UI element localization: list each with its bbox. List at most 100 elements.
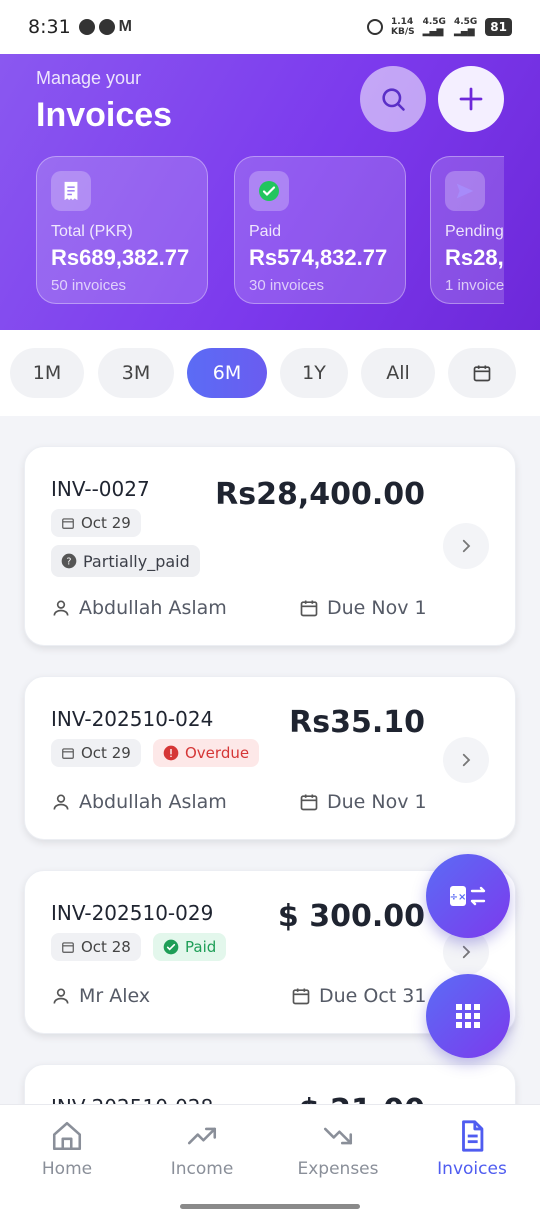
status-text: Partially_paid bbox=[83, 551, 190, 571]
currency-converter-button[interactable]: ÷× bbox=[426, 854, 510, 938]
alert-circle-icon bbox=[163, 745, 179, 761]
calendar-icon bbox=[62, 942, 74, 953]
status-badge: Paid bbox=[153, 933, 227, 961]
settings-icon bbox=[78, 19, 95, 35]
trending-up-icon bbox=[187, 1127, 217, 1145]
stat-card-pending[interactable]: Pending Rs28, 1 invoice bbox=[430, 156, 504, 304]
search-button[interactable] bbox=[360, 66, 426, 132]
trending-down-icon bbox=[323, 1127, 353, 1145]
calendar-icon bbox=[300, 794, 318, 811]
status-badge: Overdue bbox=[153, 739, 260, 767]
open-invoice-button[interactable] bbox=[443, 737, 489, 783]
open-invoice-button[interactable] bbox=[443, 523, 489, 569]
header-subtitle: Manage your bbox=[36, 68, 142, 88]
filter-all[interactable]: All bbox=[361, 348, 435, 398]
signal-2-label: 4.5G bbox=[453, 17, 478, 27]
nav-home[interactable]: Home bbox=[7, 1119, 127, 1179]
chevron-right-icon bbox=[462, 945, 471, 959]
due-date: Due Nov 1 bbox=[327, 791, 427, 813]
nav-invoices-label: Invoices bbox=[437, 1159, 507, 1179]
status-time: 8:31 bbox=[28, 16, 71, 38]
nav-expenses-label: Expenses bbox=[297, 1159, 379, 1179]
status-text: Overdue bbox=[185, 744, 250, 762]
calendar-icon bbox=[62, 518, 74, 529]
nav-income[interactable]: Income bbox=[142, 1119, 262, 1179]
system-icons: 1.14 KB/S 4.5G ▂▄▆ 4.5G ▂▄▆ 81 bbox=[367, 17, 512, 37]
invoice-date: Oct 29 bbox=[51, 739, 141, 767]
invoice-id: INV-202510-029 bbox=[51, 901, 214, 925]
invoice-due: Due Nov 1 bbox=[299, 597, 427, 619]
nav-expenses[interactable]: Expenses bbox=[278, 1119, 398, 1179]
invoice-amount: Rs28,400.00 bbox=[215, 477, 425, 512]
battery-icon: 81 bbox=[485, 18, 512, 36]
status-badge: ? Partially_paid bbox=[51, 545, 200, 577]
stat-card-paid[interactable]: Paid Rs574,832.77 30 invoices bbox=[234, 156, 406, 304]
net-speed-unit: KB/S bbox=[391, 27, 415, 37]
invoice-client: Abdullah Aslam bbox=[51, 791, 227, 813]
search-icon bbox=[382, 88, 405, 111]
add-invoice-button[interactable] bbox=[438, 66, 504, 132]
client-name: Mr Alex bbox=[79, 985, 151, 1007]
filter-1y[interactable]: 1Y bbox=[280, 348, 348, 398]
user-icon bbox=[53, 600, 69, 616]
due-date: Due Oct 31 bbox=[319, 985, 427, 1007]
stat-count: 1 invoice bbox=[445, 277, 504, 294]
invoice-due: Due Nov 1 bbox=[299, 791, 427, 813]
stat-label: Total (PKR) bbox=[51, 223, 133, 240]
chat-icon bbox=[98, 19, 115, 35]
user-icon bbox=[53, 988, 69, 1004]
svg-text:÷×: ÷× bbox=[450, 892, 467, 903]
stat-value: Rs574,832.77 bbox=[249, 245, 388, 270]
notification-icons: M bbox=[78, 18, 132, 36]
net-speed-value: 1.14 bbox=[391, 17, 414, 27]
chevron-right-icon bbox=[462, 753, 471, 767]
invoice-card[interactable]: INV-202510-024 Rs35.10 Oct 29 Overdue Ab… bbox=[24, 676, 516, 840]
invoice-id: INV-202510-024 bbox=[51, 707, 214, 731]
nav-invoices[interactable]: Invoices bbox=[412, 1119, 532, 1179]
signal-2-icon: 4.5G ▂▄▆ bbox=[453, 17, 478, 37]
filter-6m[interactable]: 6M bbox=[187, 348, 267, 398]
filter-1m[interactable]: 1M bbox=[10, 348, 84, 398]
invoice-date: Oct 29 bbox=[51, 509, 141, 537]
receipt-icon bbox=[51, 171, 91, 211]
client-name: Abdullah Aslam bbox=[79, 791, 227, 813]
apps-menu-button[interactable] bbox=[426, 974, 510, 1058]
period-filter-bar: 1M 3M 6M 1Y All bbox=[0, 330, 540, 416]
invoices-header: Manage your Invoices Total (PKR) Rs689,3… bbox=[0, 54, 540, 330]
user-icon bbox=[53, 794, 69, 810]
home-icon bbox=[52, 1121, 82, 1151]
calendar-icon bbox=[292, 988, 310, 1005]
status-bar: 8:31 M 1.14 KB/S 4.5G ▂▄▆ 4.5G ▂▄▆ 81 bbox=[0, 0, 540, 54]
net-speed: 1.14 KB/S bbox=[391, 17, 415, 37]
status-text: Paid bbox=[185, 938, 217, 956]
check-circle-icon bbox=[163, 939, 179, 955]
due-date: Due Nov 1 bbox=[327, 597, 427, 619]
stat-label: Pending bbox=[445, 223, 504, 240]
client-name: Abdullah Aslam bbox=[79, 597, 227, 619]
document-icon bbox=[462, 1120, 484, 1152]
stat-card-total[interactable]: Total (PKR) Rs689,382.77 50 invoices bbox=[36, 156, 208, 304]
invoice-card[interactable]: INV--0027 Rs28,400.00 Oct 29 ? Partially… bbox=[24, 446, 516, 646]
gesture-bar[interactable] bbox=[180, 1204, 360, 1209]
calendar-icon bbox=[300, 600, 318, 617]
date-range-button[interactable] bbox=[448, 348, 516, 398]
invoice-date: Oct 28 bbox=[51, 933, 141, 961]
invoice-date-text: Oct 28 bbox=[81, 938, 131, 956]
invoice-client: Mr Alex bbox=[51, 985, 150, 1007]
grid-icon bbox=[456, 1004, 480, 1028]
invoice-amount: $ 300.00 bbox=[277, 899, 425, 934]
page-title: Invoices bbox=[36, 96, 173, 134]
signal-1-label: 4.5G bbox=[422, 17, 446, 27]
bottom-navigation: Home Income Expenses Invoices bbox=[0, 1104, 540, 1218]
stat-count: 30 invoices bbox=[249, 277, 325, 294]
stat-value: Rs28, bbox=[445, 245, 504, 270]
invoice-date-text: Oct 29 bbox=[81, 744, 131, 762]
invoice-due: Due Oct 31 bbox=[291, 985, 426, 1007]
invoice-date-text: Oct 29 bbox=[81, 514, 131, 532]
invoice-client: Abdullah Aslam bbox=[51, 597, 227, 619]
stat-value: Rs689,382.77 bbox=[51, 245, 190, 270]
gmail-icon: M bbox=[118, 18, 132, 35]
filter-3m[interactable]: 3M bbox=[98, 348, 174, 398]
help-circle-icon: ? bbox=[61, 553, 77, 569]
send-icon bbox=[445, 171, 485, 211]
